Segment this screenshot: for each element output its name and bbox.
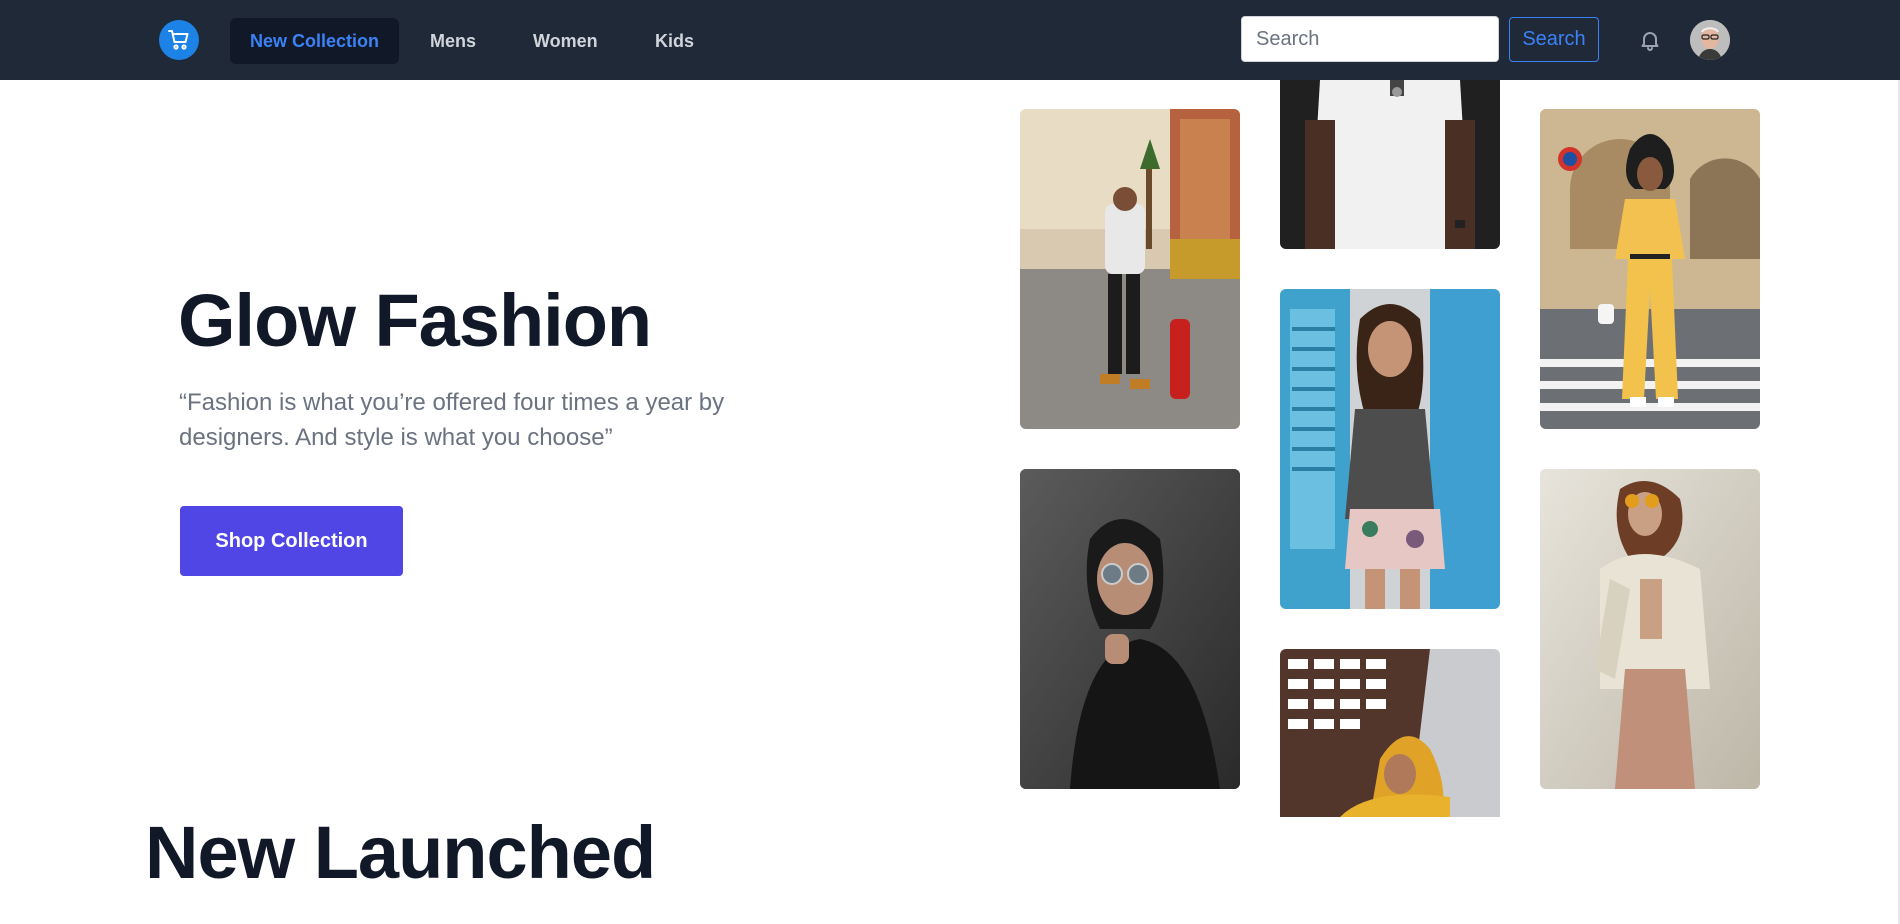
user-avatar[interactable]	[1690, 20, 1730, 60]
nav-link-kids[interactable]: Kids	[635, 18, 714, 64]
hero-quote: “Fashion is what you’re offered four tim…	[179, 389, 725, 451]
shop-collection-button[interactable]: Shop Collection	[180, 506, 403, 576]
gallery-photo-woman-yellow-outfit	[1540, 109, 1760, 429]
nav-link-women[interactable]: Women	[513, 18, 618, 64]
shopping-cart-icon[interactable]	[159, 20, 199, 60]
bell-icon[interactable]	[1635, 25, 1665, 55]
gallery-photo-woman-sunglasses	[1020, 469, 1240, 789]
gallery-photo-white-tshirt	[1280, 80, 1500, 249]
gallery-photo-man-hydrant	[1020, 109, 1240, 429]
new-launched-heading: New Launched	[145, 811, 656, 894]
nav-link-mens[interactable]: Mens	[410, 18, 496, 64]
top-navbar: New Collection Mens Women Kids Search	[0, 0, 1900, 80]
search-input[interactable]	[1241, 16, 1499, 62]
hero-title: Glow Fashion	[178, 279, 652, 362]
nav-link-new-collection[interactable]: New Collection	[230, 18, 400, 64]
search-button[interactable]: Search	[1509, 17, 1599, 62]
gallery-photo-woman-floral-shorts	[1280, 289, 1500, 609]
gallery-photo-man-yellow-hoodie	[1280, 649, 1500, 817]
gallery-photo-woman-beige-outfit	[1540, 469, 1760, 789]
